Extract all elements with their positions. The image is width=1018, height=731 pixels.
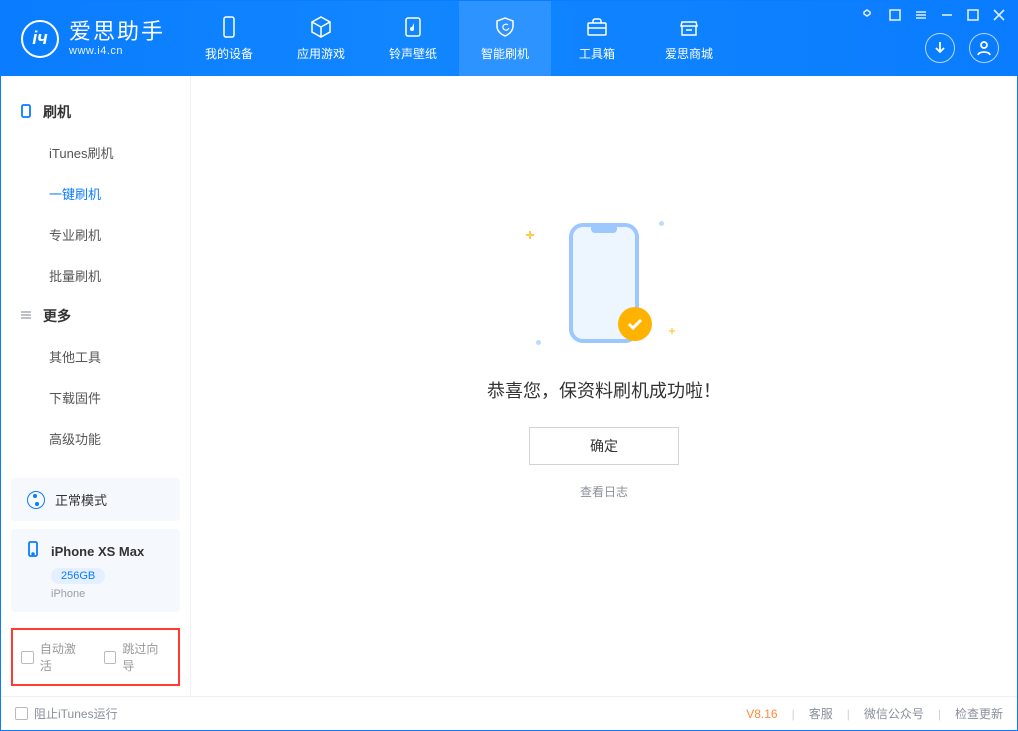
view-log-link[interactable]: 查看日志 bbox=[580, 483, 628, 500]
tab-my-device[interactable]: 我的设备 bbox=[183, 1, 275, 76]
music-icon bbox=[401, 15, 425, 39]
maximize-icon[interactable] bbox=[965, 7, 981, 23]
mode-icon bbox=[27, 491, 45, 509]
sidebar-item-pro-flash[interactable]: 专业刷机 bbox=[1, 214, 190, 255]
checkbox-icon bbox=[104, 651, 117, 664]
tab-apps-games[interactable]: 应用游戏 bbox=[275, 1, 367, 76]
checkbox-icon bbox=[21, 651, 34, 664]
checkbox-skip-guide[interactable]: 跳过向导 bbox=[104, 640, 171, 674]
sidebar-item-itunes-flash[interactable]: iTunes刷机 bbox=[1, 132, 190, 173]
logo-icon: iч bbox=[21, 20, 59, 58]
tab-label: 工具箱 bbox=[579, 45, 615, 62]
tab-label: 我的设备 bbox=[205, 45, 253, 62]
more-icon bbox=[19, 308, 33, 325]
download-button[interactable] bbox=[925, 33, 955, 63]
support-link[interactable]: 客服 bbox=[809, 705, 833, 722]
device-panel[interactable]: iPhone XS Max 256GB iPhone bbox=[11, 529, 180, 612]
tab-label: 智能刷机 bbox=[481, 45, 529, 62]
phone-icon bbox=[19, 104, 33, 121]
logo-area: iч 爱思助手 www.i4.cn bbox=[1, 1, 183, 76]
theme-icon[interactable] bbox=[861, 7, 877, 23]
check-badge-icon bbox=[618, 307, 652, 341]
tab-label: 应用游戏 bbox=[297, 45, 345, 62]
section-title: 更多 bbox=[43, 306, 71, 326]
main-content: 恭喜您，保资料刷机成功啦！ 确定 查看日志 bbox=[191, 76, 1017, 696]
toolbox-icon bbox=[585, 15, 609, 39]
close-icon[interactable] bbox=[991, 7, 1007, 23]
refresh-shield-icon bbox=[493, 15, 517, 39]
section-more: 更多 bbox=[1, 296, 190, 336]
sidebar-item-download-firmware[interactable]: 下载固件 bbox=[1, 377, 190, 418]
minimize-icon[interactable] bbox=[939, 7, 955, 23]
checkbox-label: 自动激活 bbox=[40, 640, 88, 674]
statusbar: 阻止iTunes运行 V8.16 | 客服 | 微信公众号 | 检查更新 bbox=[1, 696, 1017, 730]
phone-icon bbox=[25, 541, 41, 562]
tab-ringtones[interactable]: 铃声壁纸 bbox=[367, 1, 459, 76]
sidebar-item-other-tools[interactable]: 其他工具 bbox=[1, 336, 190, 377]
app-window: iч 爱思助手 www.i4.cn 我的设备 应用游戏 铃声壁纸 智能刷机 bbox=[0, 0, 1018, 731]
device-storage: 256GB bbox=[51, 568, 105, 584]
menu-icon[interactable] bbox=[913, 7, 929, 23]
sidebar-item-batch-flash[interactable]: 批量刷机 bbox=[1, 255, 190, 296]
mode-panel[interactable]: 正常模式 bbox=[11, 478, 180, 521]
version-label: V8.16 bbox=[746, 707, 777, 721]
device-type: iPhone bbox=[51, 588, 166, 600]
account-button[interactable] bbox=[969, 33, 999, 63]
store-icon bbox=[677, 15, 701, 39]
checkbox-label: 阻止iTunes运行 bbox=[34, 705, 118, 722]
checkbox-icon bbox=[15, 707, 28, 720]
sidebar-item-advanced[interactable]: 高级功能 bbox=[1, 418, 190, 459]
tab-label: 铃声壁纸 bbox=[389, 45, 437, 62]
cube-icon bbox=[309, 15, 333, 39]
mode-label: 正常模式 bbox=[55, 490, 107, 509]
skin-icon[interactable] bbox=[887, 7, 903, 23]
device-name: iPhone XS Max bbox=[51, 544, 144, 559]
wechat-link[interactable]: 微信公众号 bbox=[864, 705, 924, 722]
tab-store[interactable]: 爱思商城 bbox=[643, 1, 735, 76]
checkbox-block-itunes[interactable]: 阻止iTunes运行 bbox=[15, 705, 118, 722]
checkbox-auto-activate[interactable]: 自动激活 bbox=[21, 640, 88, 674]
section-title: 刷机 bbox=[43, 102, 71, 122]
tab-toolbox[interactable]: 工具箱 bbox=[551, 1, 643, 76]
body: 刷机 iTunes刷机 一键刷机 专业刷机 批量刷机 更多 其他工具 下载固件 … bbox=[1, 76, 1017, 696]
top-tabs: 我的设备 应用游戏 铃声壁纸 智能刷机 工具箱 爱思商城 bbox=[183, 1, 735, 76]
sidebar: 刷机 iTunes刷机 一键刷机 专业刷机 批量刷机 更多 其他工具 下载固件 … bbox=[1, 76, 191, 696]
window-buttons bbox=[861, 1, 1017, 23]
titlebar: iч 爱思助手 www.i4.cn 我的设备 应用游戏 铃声壁纸 智能刷机 bbox=[1, 1, 1017, 76]
tab-smart-flash[interactable]: 智能刷机 bbox=[459, 1, 551, 76]
sidebar-item-onekey-flash[interactable]: 一键刷机 bbox=[1, 173, 190, 214]
app-title: 爱思助手 bbox=[69, 20, 165, 44]
success-illustration bbox=[514, 213, 694, 353]
success-message: 恭喜您，保资料刷机成功啦！ bbox=[487, 377, 721, 403]
ok-button[interactable]: 确定 bbox=[529, 427, 679, 465]
app-url: www.i4.cn bbox=[69, 45, 165, 57]
device-icon bbox=[217, 15, 241, 39]
tab-label: 爱思商城 bbox=[665, 45, 713, 62]
section-flash: 刷机 bbox=[1, 92, 190, 132]
checkbox-highlight-box: 自动激活 跳过向导 bbox=[11, 628, 180, 686]
checkbox-label: 跳过向导 bbox=[122, 640, 170, 674]
check-update-link[interactable]: 检查更新 bbox=[955, 705, 1003, 722]
